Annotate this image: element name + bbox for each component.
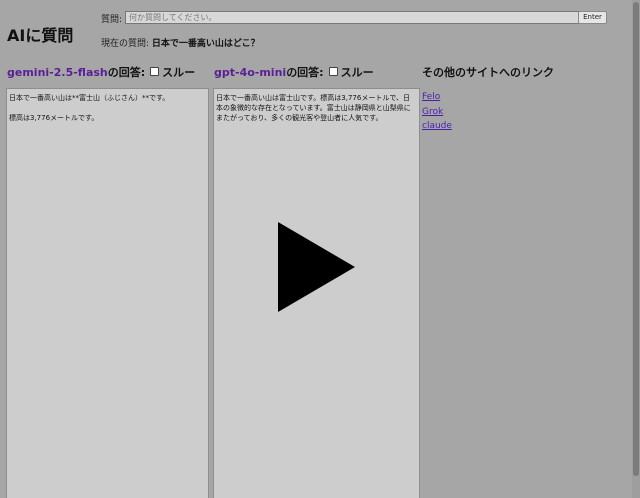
- answer-paragraph: 日本で一番高い山は**富士山（ふじさん）**です。: [9, 94, 170, 102]
- play-icon[interactable]: [276, 222, 356, 312]
- gpt-answer-heading: gpt-4o-miniの回答: スルー: [214, 64, 374, 80]
- link-felo[interactable]: Felo: [422, 90, 452, 105]
- current-question: 現在の質問: 日本で一番高い山はどこ？: [101, 36, 260, 49]
- links-title: その他のサイトへのリンク: [422, 66, 554, 79]
- gemini-answer-heading: gemini-2.5-flashの回答: スルー: [7, 64, 195, 80]
- gpt-skip-checkbox[interactable]: [328, 67, 338, 76]
- enter-button[interactable]: Enter: [578, 11, 607, 24]
- scrollbar-thumb[interactable]: [633, 2, 639, 476]
- gemini-heading-suffix: の回答:: [107, 66, 146, 79]
- answer-paragraph: 標高は3,776メートルです。: [9, 114, 99, 122]
- gpt-skip-label[interactable]: スルー: [341, 66, 374, 79]
- links-list: Felo Grok claude: [422, 90, 452, 134]
- current-question-label: 現在の質問:: [101, 39, 150, 49]
- header: AIに質問 質問: Enter 現在の質問: 日本で一番高い山はどこ？: [0, 0, 632, 56]
- current-question-value: 日本で一番高い山はどこ？: [151, 39, 260, 49]
- app-title: AIに質問: [7, 26, 74, 45]
- answer-paragraph: 日本で一番高い山は富士山です。標高は3,776メートルで、日本の象徴的な存在とな…: [216, 94, 411, 122]
- gemini-model-name: gemini-2.5-flash: [7, 66, 108, 79]
- gpt-heading-suffix: の回答:: [286, 66, 324, 79]
- link-claude[interactable]: claude: [422, 119, 452, 134]
- question-input[interactable]: [125, 11, 581, 24]
- gpt-model-name: gpt-4o-mini: [214, 66, 287, 79]
- link-grok[interactable]: Grok: [422, 105, 452, 120]
- scrollbar[interactable]: [632, 0, 640, 498]
- gemini-skip-label[interactable]: スルー: [162, 66, 195, 79]
- gemini-skip-checkbox[interactable]: [150, 67, 160, 76]
- page: AIに質問 質問: Enter 現在の質問: 日本で一番高い山はどこ？ gemi…: [0, 0, 640, 498]
- gemini-answer-box[interactable]: 日本で一番高い山は**富士山（ふじさん）**です。 標高は3,776メートルです…: [6, 88, 209, 498]
- question-label: 質問:: [101, 15, 123, 25]
